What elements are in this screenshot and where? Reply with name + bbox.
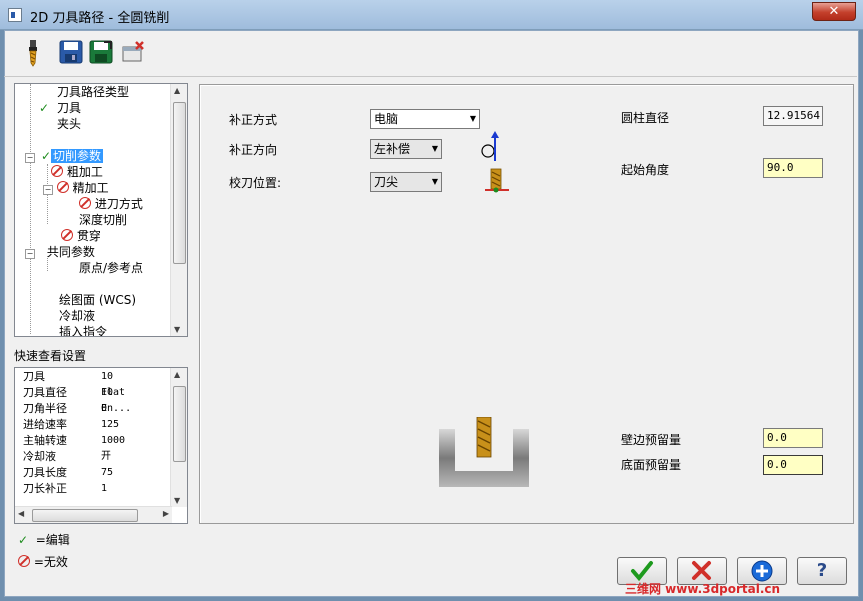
tree-item-canned-text[interactable]: 插入指令 — [59, 324, 107, 336]
dropdown-arrow-icon: ▼ — [431, 144, 438, 153]
legend-edited: ✓ =编辑 — [18, 533, 70, 547]
circle-diameter-field[interactable]: 12.91564 — [763, 106, 823, 126]
tree-item-roughing[interactable]: 粗加工 — [51, 164, 103, 180]
tree-item-lead-in-out[interactable]: 进刀方式 — [79, 196, 143, 212]
quickview-title: 快速查看设置 — [14, 349, 87, 363]
invalid-icon — [51, 165, 63, 177]
scroll-left-icon[interactable]: ◀ — [18, 509, 24, 518]
quickview-hscrollbar[interactable]: ◀ ▶ — [15, 506, 172, 523]
scroll-thumb[interactable] — [32, 509, 138, 522]
title-bar: 2D 刀具路径 - 全圆铣削 ✕ — [0, 0, 863, 30]
tool-tip-diagram-icon — [484, 167, 510, 195]
comp-direction-diagram-icon — [480, 131, 500, 163]
save-icon[interactable] — [58, 39, 84, 65]
save-as-icon[interactable] — [88, 39, 114, 65]
close-button[interactable]: ✕ — [812, 2, 856, 21]
wall-stock-field[interactable]: 0.0 — [763, 428, 823, 448]
quickview-list: 刀具 10 Flat En... 刀具直径 10 刀角半径 0 进给速率 125 主轴转… — [14, 367, 188, 524]
scroll-up-icon[interactable]: ▲ — [174, 86, 180, 95]
scroll-up-icon[interactable]: ▲ — [174, 370, 180, 379]
app-icon — [8, 8, 22, 22]
tree-item-cut-params[interactable]: − ✓ 切削参数 — [25, 148, 104, 164]
comp-direction-dropdown[interactable]: 左补偿 ▼ — [370, 139, 442, 159]
invalid-icon — [56, 181, 69, 193]
tree-item-tool[interactable]: ✓ 刀具 — [33, 100, 81, 116]
help-icon: ? — [816, 560, 828, 581]
tree-item-home-ref[interactable]: 原点/参考点 — [79, 260, 143, 276]
window-title: 2D 刀具路径 - 全圆铣削 — [30, 11, 170, 26]
collapse-icon[interactable]: − — [43, 185, 53, 195]
delete-icon[interactable] — [120, 39, 146, 65]
start-angle-label: 起始角度 — [621, 163, 670, 177]
toolbar-divider — [4, 76, 857, 77]
tip-comp-dropdown[interactable]: 刀尖 ▼ — [370, 172, 442, 192]
tree-scrollbar[interactable]: ▲ ▼ — [170, 84, 187, 336]
stock-diagram-icon — [439, 416, 531, 489]
collapse-icon[interactable]: − — [25, 249, 35, 259]
scroll-thumb[interactable] — [173, 102, 186, 264]
circle-diameter-label: 圆柱直径 — [621, 111, 670, 125]
tree-item-depth-cuts[interactable]: 深度切削 — [79, 212, 127, 228]
start-angle-field[interactable]: 90.0 — [763, 158, 823, 178]
check-icon: ✓ — [41, 149, 52, 163]
parameters-panel: 补正方式 电脑 ▼ 补正方向 左补偿 ▼ 校刀位置: 刀尖 ▼ 圆柱直径 12.915… — [199, 84, 854, 524]
dropdown-arrow-icon: ▼ — [431, 177, 438, 186]
scroll-down-icon[interactable]: ▼ — [174, 496, 180, 505]
invalid-icon — [18, 555, 30, 567]
tree-item-toolpath-type[interactable]: 刀具路径类型 — [33, 84, 129, 100]
tree-item-finishing[interactable]: − 精加工 — [43, 180, 109, 196]
floor-stock-field[interactable]: 0.0 — [763, 455, 823, 475]
check-icon: ✓ — [18, 533, 29, 547]
comp-type-dropdown[interactable]: 电脑 ▼ — [370, 109, 480, 129]
tree-item-break-through[interactable]: 贯穿 — [61, 228, 101, 244]
tree-item-planes[interactable]: 绘图面 (WCS) — [59, 292, 136, 308]
invalid-icon — [61, 229, 73, 241]
parameter-tree[interactable]: 刀具路径类型 ✓ 刀具 夹头 − ✓ 切削参数 粗加工 − 精加工 进刀方式 深度切削… — [14, 83, 188, 337]
tip-comp-label: 校刀位置: — [229, 176, 282, 190]
tree-item-linking-params[interactable]: − 共同参数 — [25, 244, 95, 260]
wall-stock-label: 壁边预留量 — [621, 433, 682, 447]
toolbar — [10, 36, 850, 72]
watermark: 三维网 www.3dportal.cn — [625, 582, 781, 596]
tree-item-coolant[interactable]: 冷却液 — [59, 308, 95, 324]
dropdown-arrow-icon: ▼ — [469, 114, 476, 123]
comp-direction-label: 补正方向 — [229, 143, 278, 157]
scroll-thumb[interactable] — [173, 386, 186, 462]
legend-invalid: =无效 — [18, 553, 68, 570]
help-button[interactable]: ? — [797, 557, 847, 585]
tool-icon[interactable] — [20, 39, 46, 67]
scroll-down-icon[interactable]: ▼ — [174, 325, 180, 334]
scroll-right-icon[interactable]: ▶ — [163, 509, 169, 518]
comp-type-label: 补正方式 — [229, 113, 278, 127]
invalid-icon — [79, 197, 91, 209]
quickview-vscrollbar[interactable]: ▲ ▼ — [170, 368, 187, 507]
collapse-icon[interactable]: − — [25, 153, 35, 163]
check-icon: ✓ — [39, 101, 50, 115]
floor-stock-label: 底面预留量 — [621, 458, 682, 472]
tree-item-holder[interactable]: 夹头 — [33, 116, 81, 132]
